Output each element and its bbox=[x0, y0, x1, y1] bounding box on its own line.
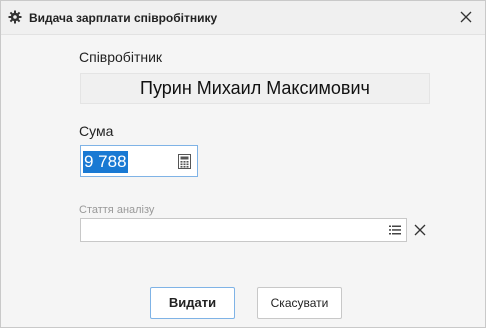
close-icon[interactable] bbox=[459, 10, 473, 24]
amount-value[interactable]: 9 788 bbox=[83, 151, 128, 173]
window-title: Видача зарплати співробітнику bbox=[29, 11, 218, 25]
analysis-label: Стаття аналізу bbox=[79, 204, 155, 216]
analysis-input[interactable] bbox=[80, 218, 407, 242]
issue-button[interactable]: Видати bbox=[150, 287, 235, 319]
dialog-window: Видача зарплати співробітнику Співробітн… bbox=[0, 0, 486, 328]
list-icon[interactable] bbox=[389, 225, 401, 235]
employee-name-field: Пурин Михаил Максимович bbox=[80, 73, 430, 104]
gear-icon bbox=[8, 10, 22, 24]
cancel-button[interactable]: Скасувати bbox=[257, 287, 342, 319]
amount-label: Сума bbox=[79, 123, 114, 139]
clear-icon[interactable] bbox=[414, 224, 426, 236]
title-bar: Видача зарплати співробітнику bbox=[1, 1, 485, 35]
calculator-icon[interactable] bbox=[178, 154, 191, 169]
amount-input[interactable]: 9 788 bbox=[80, 145, 198, 177]
employee-label: Співробітник bbox=[79, 49, 163, 65]
